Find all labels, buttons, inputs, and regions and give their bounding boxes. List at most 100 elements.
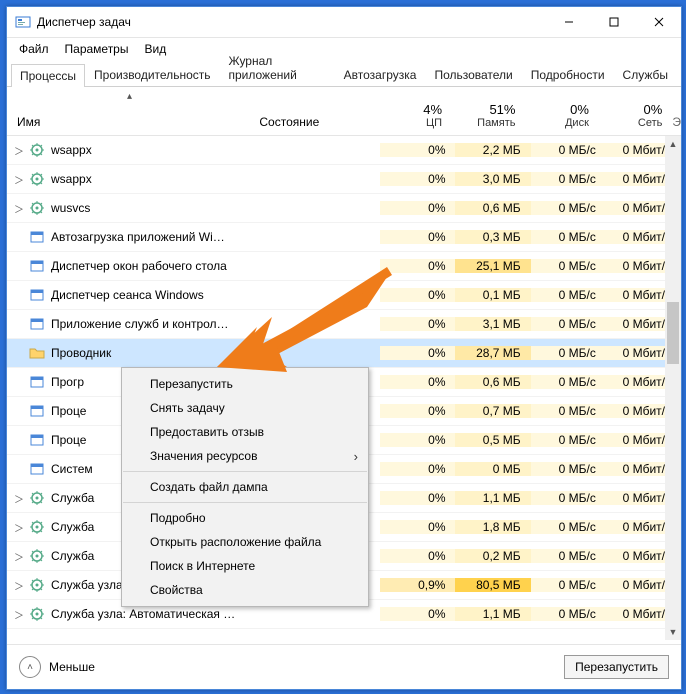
vertical-scrollbar[interactable]: ▲ ▼ — [665, 136, 681, 640]
cell-cpu: 0,9% — [380, 578, 455, 592]
process-name: Диспетчер окон рабочего стола — [51, 259, 227, 273]
header-net-label: Сеть — [599, 117, 662, 129]
cell-memory: 3,1 МБ — [455, 317, 530, 331]
process-name: Диспетчер сеанса Windows — [51, 288, 204, 302]
sort-indicator-icon: ▴ — [127, 91, 132, 102]
cell-disk: 0 МБ/с — [531, 462, 606, 476]
tab-3[interactable]: Автозагрузка — [335, 63, 426, 86]
process-row[interactable]: Проводник0%28,7 МБ0 МБ/с0 Мбит/с — [7, 339, 681, 368]
fewer-details-button[interactable]: ˄ Меньше — [19, 656, 95, 678]
expand-icon[interactable]: ＞ — [13, 143, 25, 158]
fewer-details-label: Меньше — [49, 660, 95, 674]
process-row[interactable]: Диспетчер окон рабочего стола 0%25,1 МБ0 … — [7, 252, 681, 281]
context-menu-item[interactable]: Значения ресурсов — [122, 444, 368, 468]
tab-2[interactable]: Журнал приложений — [220, 49, 335, 86]
expand-icon[interactable]: ＞ — [13, 607, 25, 622]
context-menu-item[interactable]: Создать файл дампа — [122, 475, 368, 499]
cell-disk: 0 МБ/с — [531, 549, 606, 563]
tab-6[interactable]: Службы — [614, 63, 677, 86]
header-network[interactable]: 0% Сеть — [599, 87, 672, 135]
header-mem-label: Память — [452, 117, 515, 129]
expand-icon[interactable]: ＞ — [13, 520, 25, 535]
context-menu-item[interactable]: Снять задачу — [122, 396, 368, 420]
scroll-up-button[interactable]: ▲ — [665, 136, 681, 152]
process-row[interactable]: Автозагрузка приложений Wi…0%0,3 МБ0 МБ/… — [7, 223, 681, 252]
expand-icon[interactable]: ＞ — [13, 578, 25, 593]
cell-disk: 0 МБ/с — [531, 259, 606, 273]
header-name[interactable]: ▴ Имя — [7, 87, 255, 135]
process-row[interactable]: ＞wsappx0%2,2 МБ0 МБ/с0 Мбит/с — [7, 136, 681, 165]
header-memory[interactable]: 51% Память — [452, 87, 525, 135]
context-menu-item[interactable]: Предоставить отзыв — [122, 420, 368, 444]
header-state[interactable]: Состояние — [255, 87, 378, 135]
header-disk-pct: 0% — [525, 102, 588, 117]
cell-memory: 3,0 МБ — [455, 172, 530, 186]
tab-4[interactable]: Пользователи — [425, 63, 521, 86]
cell-disk: 0 МБ/с — [531, 491, 606, 505]
cell-cpu: 0% — [380, 375, 455, 389]
expand-icon[interactable]: ＞ — [13, 549, 25, 564]
cell-memory: 0,3 МБ — [455, 230, 530, 244]
close-button[interactable] — [636, 7, 681, 37]
titlebar[interactable]: Диспетчер задач — [7, 7, 681, 38]
header-disk-label: Диск — [525, 117, 588, 129]
cell-memory: 25,1 МБ — [455, 259, 530, 273]
cell-memory: 80,5 МБ — [455, 578, 530, 592]
process-icon — [29, 519, 45, 535]
process-name: wsappx — [51, 143, 92, 157]
expand-icon[interactable]: ＞ — [13, 172, 25, 187]
cell-memory: 1,1 МБ — [455, 491, 530, 505]
header-extra[interactable]: Э — [672, 87, 681, 135]
process-icon — [29, 258, 45, 274]
tab-0[interactable]: Процессы — [11, 64, 85, 87]
cell-cpu: 0% — [380, 259, 455, 273]
expand-icon[interactable]: ＞ — [13, 201, 25, 216]
cell-disk: 0 МБ/с — [531, 433, 606, 447]
menu-view[interactable]: Вид — [138, 40, 172, 58]
header-mem-pct: 51% — [452, 102, 515, 117]
context-menu-item[interactable]: Подробно — [122, 506, 368, 530]
cell-cpu: 0% — [380, 230, 455, 244]
cell-disk: 0 МБ/с — [531, 317, 606, 331]
expand-icon[interactable]: ＞ — [13, 491, 25, 506]
context-menu-item[interactable]: Перезапустить — [122, 372, 368, 396]
header-cpu[interactable]: 4% ЦП — [379, 87, 452, 135]
scroll-thumb[interactable] — [667, 302, 679, 364]
minimize-button[interactable] — [546, 7, 591, 37]
cell-memory: 0,5 МБ — [455, 433, 530, 447]
tab-1[interactable]: Производительность — [85, 63, 219, 86]
process-icon — [29, 461, 45, 477]
process-row[interactable]: ＞wsappx0%3,0 МБ0 МБ/с0 Мбит/с — [7, 165, 681, 194]
tab-5[interactable]: Подробности — [522, 63, 614, 86]
process-row[interactable]: ＞wusvcs0%0,6 МБ0 МБ/с0 Мбит/с — [7, 194, 681, 223]
cell-memory: 0,2 МБ — [455, 549, 530, 563]
cell-cpu: 0% — [380, 346, 455, 360]
process-icon — [29, 229, 45, 245]
cell-disk: 0 МБ/с — [531, 375, 606, 389]
process-name: wusvcs — [51, 201, 90, 215]
scroll-down-button[interactable]: ▼ — [665, 624, 681, 640]
header-disk[interactable]: 0% Диск — [525, 87, 598, 135]
cell-memory: 1,1 МБ — [455, 607, 530, 621]
cell-cpu: 0% — [380, 491, 455, 505]
context-menu-item[interactable]: Свойства — [122, 578, 368, 602]
window-title: Диспетчер задач — [37, 15, 546, 29]
column-headers: ▴ Имя Состояние 4% ЦП 51% Память 0% Диск… — [7, 87, 681, 136]
context-menu-item[interactable]: Открыть расположение файла — [122, 530, 368, 554]
cell-cpu: 0% — [380, 143, 455, 157]
context-menu-item[interactable]: Поиск в Интернете — [122, 554, 368, 578]
menu-file[interactable]: Файл — [13, 40, 55, 58]
cell-cpu: 0% — [380, 520, 455, 534]
header-cpu-label: ЦП — [379, 117, 442, 129]
cell-cpu: 0% — [380, 549, 455, 563]
process-row[interactable]: Приложение служб и контрол…0%3,1 МБ0 МБ/… — [7, 310, 681, 339]
menu-options[interactable]: Параметры — [59, 40, 135, 58]
process-icon — [29, 345, 45, 361]
process-row[interactable]: Диспетчер сеанса Windows0%0,1 МБ0 МБ/с0 … — [7, 281, 681, 310]
cell-cpu: 0% — [380, 317, 455, 331]
process-name: Служба — [51, 491, 94, 505]
process-icon — [29, 171, 45, 187]
restart-button[interactable]: Перезапустить — [564, 655, 669, 679]
maximize-button[interactable] — [591, 7, 636, 37]
process-icon — [29, 490, 45, 506]
